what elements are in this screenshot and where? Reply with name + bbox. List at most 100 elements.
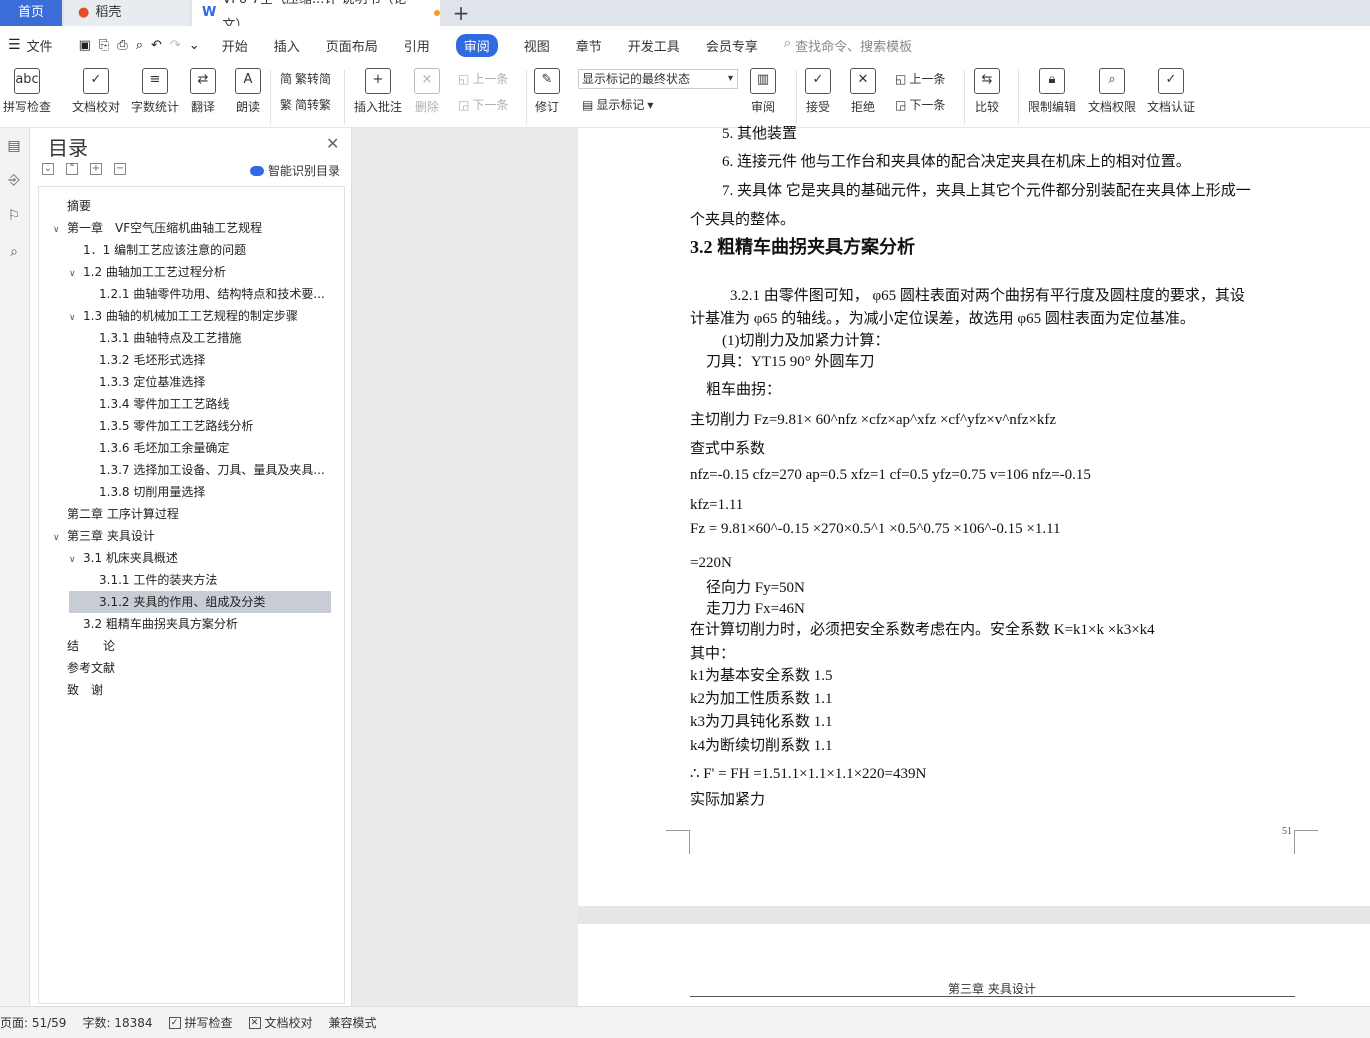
prev-change-button[interactable]: ◱ 上一条: [895, 70, 945, 87]
chevron-down-icon[interactable]: ∨: [69, 549, 83, 569]
toc-item[interactable]: 1.3.1 曲轴特点及工艺措施: [39, 327, 339, 349]
document-line: 5. 其他装置: [722, 126, 798, 142]
search-command[interactable]: ⌕ 查找命令、搜索模板: [784, 36, 912, 55]
review-pane-button[interactable]: ▥ 审阅: [750, 68, 776, 115]
tab-daoke[interactable]: ● 稻壳: [64, 0, 190, 26]
chevron-down-icon[interactable]: ∨: [69, 263, 83, 283]
undo-icon[interactable]: ↶: [151, 38, 162, 53]
toc-item[interactable]: ∨ 第一章 VF空气压缩机曲轴工艺规程: [39, 217, 339, 239]
toc-item[interactable]: ∨ 1.2 曲轴加工工艺过程分析: [39, 261, 339, 283]
show-state-select[interactable]: 显示标记的最终状态 ▾: [578, 69, 738, 89]
toc-item[interactable]: 1.3.5 零件加工工艺路线分析: [39, 415, 339, 437]
menu-review[interactable]: 审阅: [455, 33, 498, 57]
preview-icon[interactable]: ⌕: [136, 38, 143, 53]
menu-view[interactable]: 视图: [524, 36, 550, 55]
doc-rights-button[interactable]: ⌕ 文档权限: [1088, 68, 1136, 115]
translate-label: 翻译: [190, 100, 215, 114]
reject-button[interactable]: ✕ 拒绝: [850, 68, 876, 115]
toc-item[interactable]: 结 论: [39, 635, 339, 657]
toc-item[interactable]: 1.3.4 零件加工工艺路线: [39, 393, 339, 415]
export-icon[interactable]: ⎘: [99, 38, 109, 53]
menu-layout[interactable]: 页面布局: [326, 36, 378, 55]
toc-item[interactable]: ∨ 第三章 夹具设计: [39, 525, 339, 547]
restrict-edit-button[interactable]: 🔒︎ 限制编辑: [1028, 68, 1076, 115]
menu-start[interactable]: 开始: [222, 36, 248, 55]
toc-item[interactable]: 1.3.3 定位基准选择: [39, 371, 339, 393]
menu-insert[interactable]: 插入: [274, 36, 300, 55]
doc-auth-button[interactable]: ✓ 文档认证: [1147, 68, 1195, 115]
status-doc-check[interactable]: ✕ 文档校对: [248, 1014, 313, 1031]
add-level-icon[interactable]: +: [90, 163, 102, 175]
print-icon[interactable]: ⎙: [117, 38, 127, 53]
chevron-down-icon[interactable]: ∨: [53, 527, 67, 547]
toc-item[interactable]: ∨ 1.3 曲轴的机械加工工艺规程的制定步骤: [39, 305, 339, 327]
toc-item[interactable]: 第二章 工序计算过程: [39, 503, 339, 525]
trad-to-simp-button[interactable]: 简繁转简: [280, 70, 331, 87]
toc-item[interactable]: 1.3.6 毛坯加工余量确定: [39, 437, 339, 459]
prev-comment-button[interactable]: ◱ 上一条: [458, 70, 508, 87]
translate-button[interactable]: ⇄ 翻译: [190, 68, 216, 115]
status-spell-check[interactable]: ✓ 拼写检查: [168, 1014, 233, 1031]
accept-button[interactable]: ✓ 接受: [805, 68, 831, 115]
search-icon[interactable]: ⌕: [5, 244, 23, 260]
collapse-all-icon[interactable]: ⌄: [42, 163, 54, 175]
menu-devtools[interactable]: 开发工具: [628, 36, 680, 55]
close-icon[interactable]: ✕: [326, 134, 339, 153]
accept-icon: ✓: [805, 68, 831, 94]
toc-item-label: 1.3.2 毛坯形式选择: [99, 353, 206, 367]
toc-item[interactable]: 1.3.2 毛坯形式选择: [39, 349, 339, 371]
expand-all-icon[interactable]: ⌃: [66, 163, 78, 175]
next-change-button[interactable]: ◲ 下一条: [895, 96, 945, 113]
next-comment-button[interactable]: ◲ 下一条: [458, 96, 508, 113]
toc-item[interactable]: 1.2.1 曲轴零件功用、结构特点和技术要...: [39, 283, 339, 305]
document-line: k4为断续切削系数 1.1: [690, 738, 833, 754]
compare-icon: ⇆: [974, 68, 1000, 94]
show-mark-button[interactable]: ▤ 显示标记 ▾: [582, 96, 653, 113]
revise-button[interactable]: ✎ 修订: [534, 68, 560, 115]
compare-button[interactable]: ⇆ 比较: [974, 68, 1000, 115]
delete-comment-button[interactable]: × 删除: [414, 68, 440, 115]
doc-check-button[interactable]: ✓ 文档校对: [72, 68, 120, 115]
toc-item-label: 3.1.2 夹具的作用、组成及分类: [99, 595, 266, 609]
page-count[interactable]: 页面: 51/59: [0, 1014, 66, 1031]
toc-item[interactable]: 1．1 编制工艺应该注意的问题: [39, 239, 339, 261]
redo-icon[interactable]: ↷: [170, 38, 181, 53]
chevron-down-icon[interactable]: ∨: [69, 307, 83, 327]
chevron-down-icon[interactable]: ∨: [53, 219, 67, 239]
remove-level-icon[interactable]: −: [114, 163, 126, 175]
toc-item[interactable]: 摘要: [39, 195, 339, 217]
read-aloud-button[interactable]: A 朗读: [235, 68, 261, 115]
toc-item[interactable]: 参考文献: [39, 657, 339, 679]
toc-item[interactable]: 致 谢: [39, 679, 339, 701]
tab-document[interactable]: WVF6-7空气压缩...计 说明书（论文）: [192, 0, 440, 33]
document-page[interactable]: 5. 其他装置 6. 连接元件 他与工作台和夹具体的配合决定夹具在机床上的相对位置…: [578, 126, 1370, 906]
next-page[interactable]: 第三章 夹具设计: [578, 924, 1370, 1006]
word-count-icon: ≡: [142, 68, 168, 94]
toc-item[interactable]: 3.1.2 夹具的作用、组成及分类: [69, 591, 331, 613]
spell-check-button[interactable]: abc 拼写检查: [3, 68, 51, 115]
toc-icon[interactable]: ▤: [5, 138, 23, 154]
insert-comment-button[interactable]: + 插入批注: [354, 68, 402, 115]
simp-to-trad-button[interactable]: 繁简转繁: [280, 96, 331, 113]
document-line: 径向力 Fy=50N: [706, 580, 805, 596]
word-count-button[interactable]: ≡ 字数统计: [131, 68, 179, 115]
bookmark-icon[interactable]: ⚐: [5, 208, 23, 224]
toc-item[interactable]: 1.3.7 选择加工设备、刀具、量具及夹具...: [39, 459, 339, 481]
toc-item[interactable]: ∨ 3.1 机床夹具概述: [39, 547, 339, 569]
navigation-icon[interactable]: ⎆: [5, 172, 23, 188]
menu-file[interactable]: 文件: [27, 36, 53, 55]
toc-list: 摘要 ∨ 第一章 VF空气压缩机曲轴工艺规程 1．1 编制工艺应该注意的问题 ∨ 1.2 …: [38, 186, 345, 1004]
word-count[interactable]: 字数: 18384: [82, 1014, 152, 1031]
new-tab-button[interactable]: +: [446, 0, 476, 26]
hamburger-icon[interactable]: ☰: [8, 37, 21, 53]
smart-toc-button[interactable]: 智能识别目录: [250, 162, 340, 179]
menu-member[interactable]: 会员专享: [706, 36, 758, 55]
menu-chapter[interactable]: 章节: [576, 36, 602, 55]
toc-item[interactable]: 3.1.1 工件的装夹方法: [39, 569, 339, 591]
save-icon[interactable]: ▣: [79, 38, 91, 53]
tab-home[interactable]: 首页: [0, 0, 62, 26]
more-icon[interactable]: ⌄: [189, 38, 200, 53]
toc-item[interactable]: 1.3.8 切削用量选择: [39, 481, 339, 503]
menu-reference[interactable]: 引用: [404, 36, 430, 55]
toc-item[interactable]: 3.2 粗精车曲拐夹具方案分析: [39, 613, 339, 635]
